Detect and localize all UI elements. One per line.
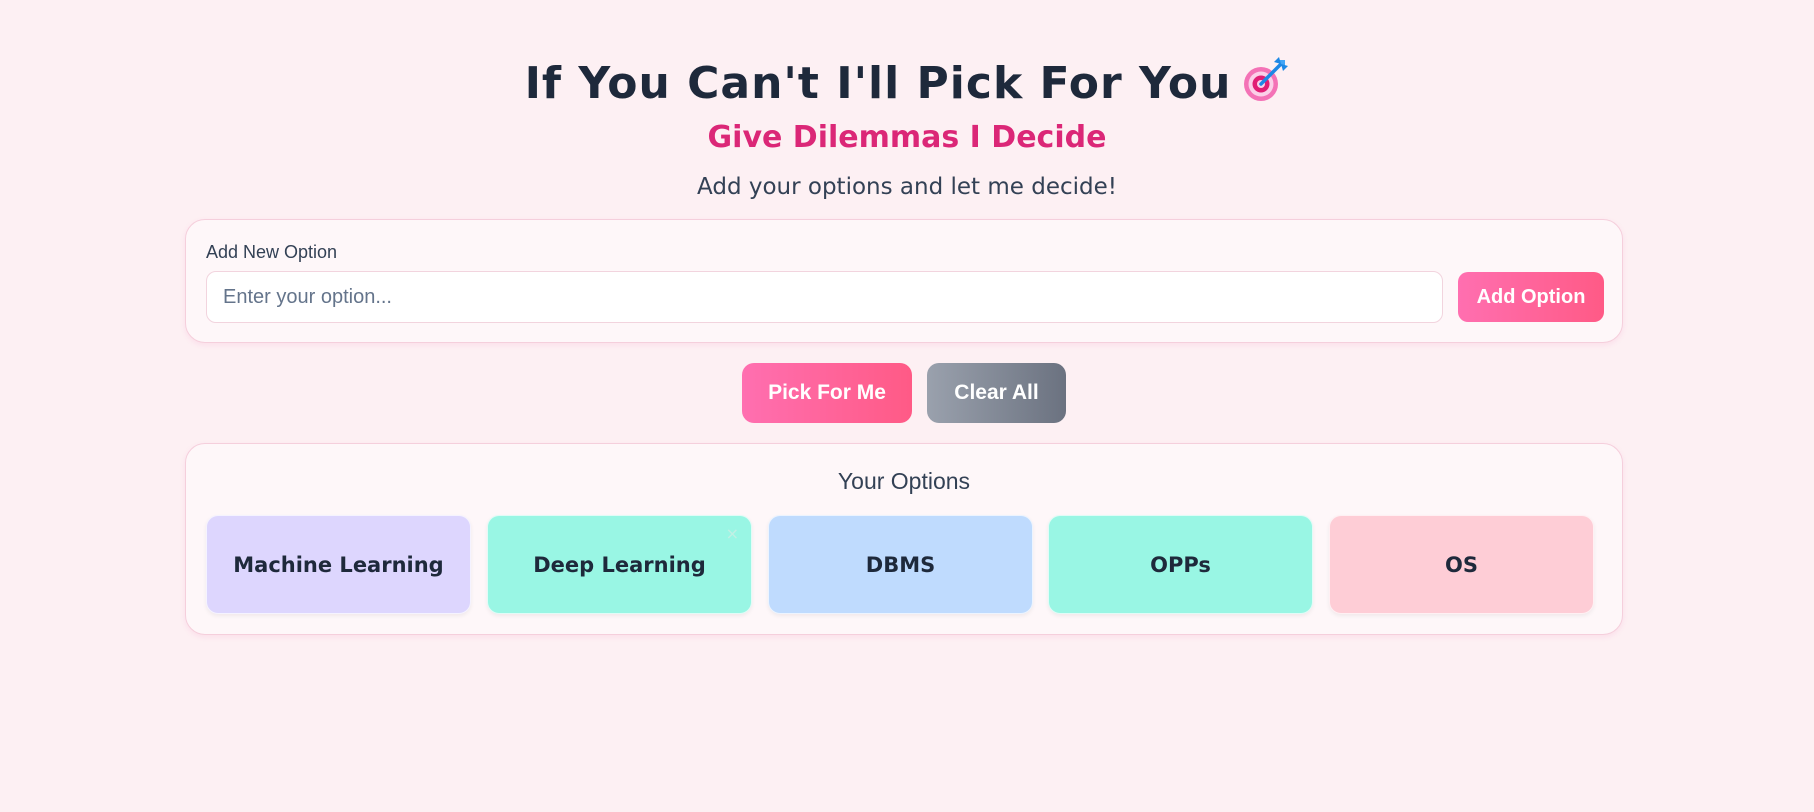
target-dart-icon	[1241, 56, 1289, 104]
option-label: OPPs	[1150, 552, 1211, 577]
remove-option-icon[interactable]: ×	[726, 524, 739, 543]
clear-all-button[interactable]: Clear All	[927, 363, 1066, 423]
add-option-button[interactable]: Add Option	[1458, 272, 1604, 322]
page-title: If You Can't I'll Pick For You	[0, 52, 1814, 116]
options-panel: Your Options Machine Learning × Deep Lea…	[185, 443, 1623, 635]
pick-for-me-button[interactable]: Pick For Me	[742, 363, 912, 423]
option-tile-os[interactable]: OS	[1329, 515, 1594, 614]
option-tile-machine-learning[interactable]: Machine Learning	[206, 515, 471, 614]
options-title: Your Options	[837, 468, 971, 494]
add-option-card: Add New Option Add Option	[185, 219, 1623, 343]
page-title-text: If You Can't I'll Pick For You	[524, 58, 1232, 109]
option-label: DBMS	[865, 552, 936, 577]
option-tile-opps[interactable]: OPPs	[1048, 515, 1313, 614]
page: If You Can't I'll Pick For You Give Dile…	[0, 0, 1814, 812]
action-buttons: Pick For Me Clear All	[0, 363, 1814, 423]
header: If You Can't I'll Pick For You Give Dile…	[0, 52, 1814, 204]
page-subtitle: Give Dilemmas I Decide	[707, 120, 1107, 155]
add-option-label: Add New Option	[206, 242, 338, 262]
option-input[interactable]	[206, 271, 1443, 323]
option-tile-dbms[interactable]: DBMS	[768, 515, 1033, 614]
option-tile-deep-learning[interactable]: × Deep Learning	[487, 515, 752, 614]
option-label: OS	[1445, 552, 1478, 577]
option-label: Deep Learning	[533, 552, 706, 577]
page-tagline: Add your options and let me decide!	[697, 174, 1117, 200]
option-label: Machine Learning	[233, 552, 444, 577]
